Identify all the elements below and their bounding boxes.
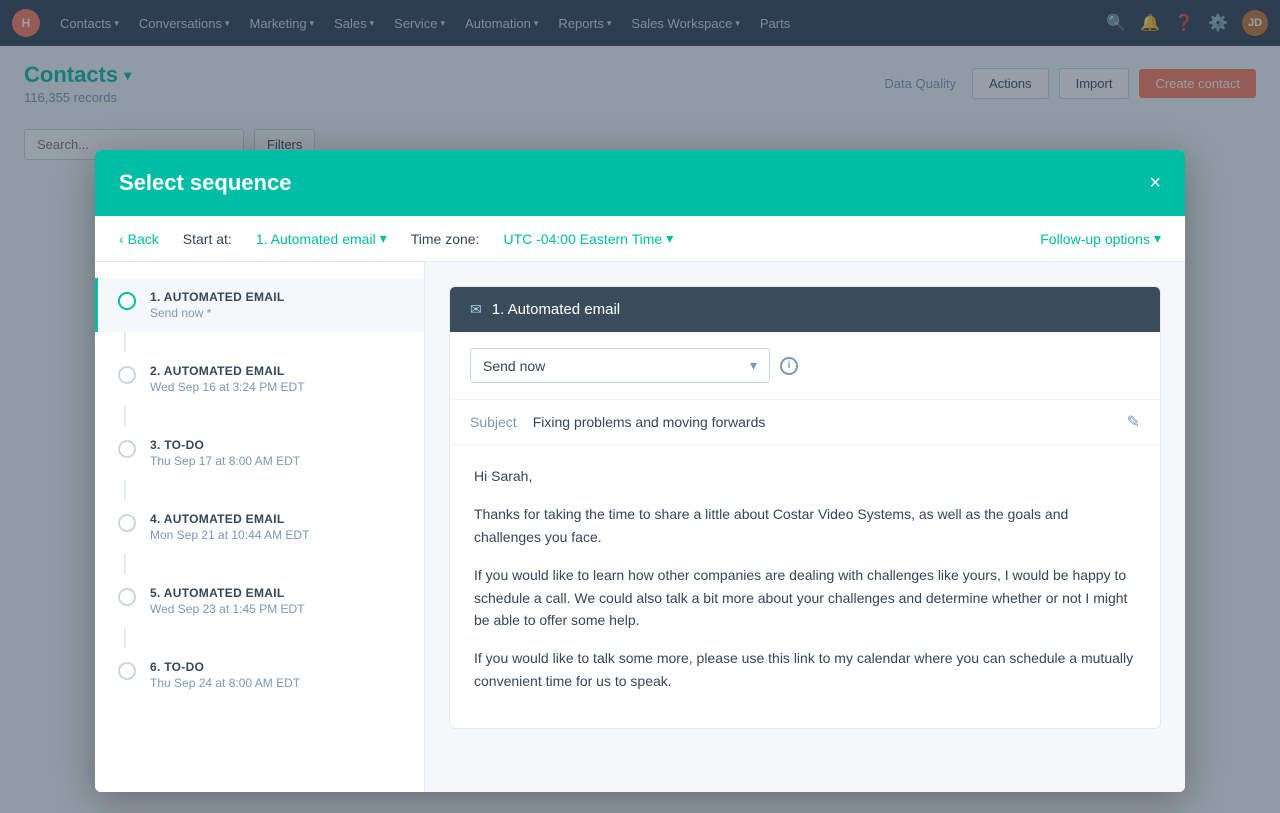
seq-list-item-3[interactable]: 3. TO-DO Thu Sep 17 at 8:00 AM EDT — [95, 426, 424, 480]
info-icon[interactable]: i — [780, 357, 798, 375]
seq-radio — [118, 514, 136, 532]
seq-item-title: 5. AUTOMATED EMAIL — [150, 586, 404, 600]
seq-list-item-6[interactable]: 6. TO-DO Thu Sep 24 at 8:00 AM EDT — [95, 648, 424, 702]
edit-icon[interactable]: ✎ — [1127, 412, 1140, 432]
seq-item-subtitle: Thu Sep 24 at 8:00 AM EDT — [150, 676, 404, 690]
email-card: ✉ 1. Automated email Send now ▾ i Subjec… — [449, 286, 1161, 729]
modal-subheader: ‹ Back Start at: 1. Automated email ▾ Ti… — [95, 216, 1185, 262]
email-body-paragraph: If you would like to talk some more, ple… — [474, 647, 1136, 692]
email-card-title: 1. Automated email — [492, 301, 620, 318]
modal-body: 1. AUTOMATED EMAIL Send now * 2. AUTOMAT… — [95, 262, 1185, 792]
sequence-list: 1. AUTOMATED EMAIL Send now * 2. AUTOMAT… — [95, 262, 425, 792]
subject-input[interactable] — [533, 414, 1111, 430]
chevron-down-icon: ▾ — [1154, 230, 1161, 247]
subject-label: Subject — [470, 414, 517, 430]
seq-list-item-4[interactable]: 4. AUTOMATED EMAIL Mon Sep 21 at 10:44 A… — [95, 500, 424, 554]
chevron-down-icon: ▾ — [750, 357, 757, 374]
seq-item-title: 3. TO-DO — [150, 438, 404, 452]
seq-radio — [118, 292, 136, 310]
email-body-paragraph: Thanks for taking the time to share a li… — [474, 503, 1136, 548]
seq-radio — [118, 440, 136, 458]
timezone-dropdown[interactable]: UTC -04:00 Eastern Time ▾ — [503, 230, 673, 247]
back-link[interactable]: ‹ Back — [119, 231, 159, 247]
seq-list-item-1[interactable]: 1. AUTOMATED EMAIL Send now * — [95, 278, 424, 332]
chevron-down-icon: ▾ — [666, 230, 673, 247]
seq-item-info: 5. AUTOMATED EMAIL Wed Sep 23 at 1:45 PM… — [150, 586, 404, 616]
seq-item-title: 1. AUTOMATED EMAIL — [150, 290, 404, 304]
seq-divider — [124, 554, 126, 574]
seq-radio — [118, 588, 136, 606]
seq-item-title: 4. AUTOMATED EMAIL — [150, 512, 404, 526]
chevron-left-icon: ‹ — [119, 231, 124, 247]
seq-item-subtitle: Thu Sep 17 at 8:00 AM EDT — [150, 454, 404, 468]
seq-divider — [124, 332, 126, 352]
email-body: Hi Sarah, Thanks for taking the time to s… — [450, 445, 1160, 728]
seq-item-subtitle: Send now * — [150, 306, 404, 320]
close-button[interactable]: × — [1149, 173, 1161, 193]
start-at-label: Start at: — [183, 231, 232, 247]
content-area: ✉ 1. Automated email Send now ▾ i Subjec… — [425, 262, 1185, 792]
seq-radio — [118, 366, 136, 384]
seq-divider — [124, 628, 126, 648]
email-body-paragraph: Hi Sarah, — [474, 465, 1136, 487]
seq-item-info: 2. AUTOMATED EMAIL Wed Sep 16 at 3:24 PM… — [150, 364, 404, 394]
start-at-dropdown[interactable]: 1. Automated email ▾ — [256, 230, 387, 247]
modal-title: Select sequence — [119, 170, 291, 196]
send-row: Send now ▾ i — [450, 332, 1160, 399]
email-body-paragraph: If you would like to learn how other com… — [474, 564, 1136, 631]
follow-up-options-link[interactable]: Follow-up options ▾ — [1040, 230, 1161, 247]
seq-divider — [124, 406, 126, 426]
seq-divider — [124, 480, 126, 500]
seq-item-title: 2. AUTOMATED EMAIL — [150, 364, 404, 378]
seq-item-subtitle: Mon Sep 21 at 10:44 AM EDT — [150, 528, 404, 542]
seq-item-info: 4. AUTOMATED EMAIL Mon Sep 21 at 10:44 A… — [150, 512, 404, 542]
send-now-label: Send now — [483, 358, 750, 374]
timezone-label: Time zone: — [411, 231, 480, 247]
send-icon: ✉ — [470, 301, 482, 318]
seq-item-subtitle: Wed Sep 16 at 3:24 PM EDT — [150, 380, 404, 394]
chevron-down-icon: ▾ — [380, 230, 387, 247]
send-now-dropdown[interactable]: Send now ▾ — [470, 348, 770, 383]
select-sequence-modal: Select sequence × ‹ Back Start at: 1. Au… — [95, 150, 1185, 792]
seq-item-subtitle: Wed Sep 23 at 1:45 PM EDT — [150, 602, 404, 616]
seq-list-item-5[interactable]: 5. AUTOMATED EMAIL Wed Sep 23 at 1:45 PM… — [95, 574, 424, 628]
seq-item-title: 6. TO-DO — [150, 660, 404, 674]
seq-item-info: 6. TO-DO Thu Sep 24 at 8:00 AM EDT — [150, 660, 404, 690]
seq-item-info: 1. AUTOMATED EMAIL Send now * — [150, 290, 404, 320]
seq-item-info: 3. TO-DO Thu Sep 17 at 8:00 AM EDT — [150, 438, 404, 468]
email-card-header: ✉ 1. Automated email — [450, 287, 1160, 332]
seq-list-item-2[interactable]: 2. AUTOMATED EMAIL Wed Sep 16 at 3:24 PM… — [95, 352, 424, 406]
modal-header: Select sequence × — [95, 150, 1185, 216]
subject-row: Subject ✎ — [450, 399, 1160, 445]
seq-radio — [118, 662, 136, 680]
